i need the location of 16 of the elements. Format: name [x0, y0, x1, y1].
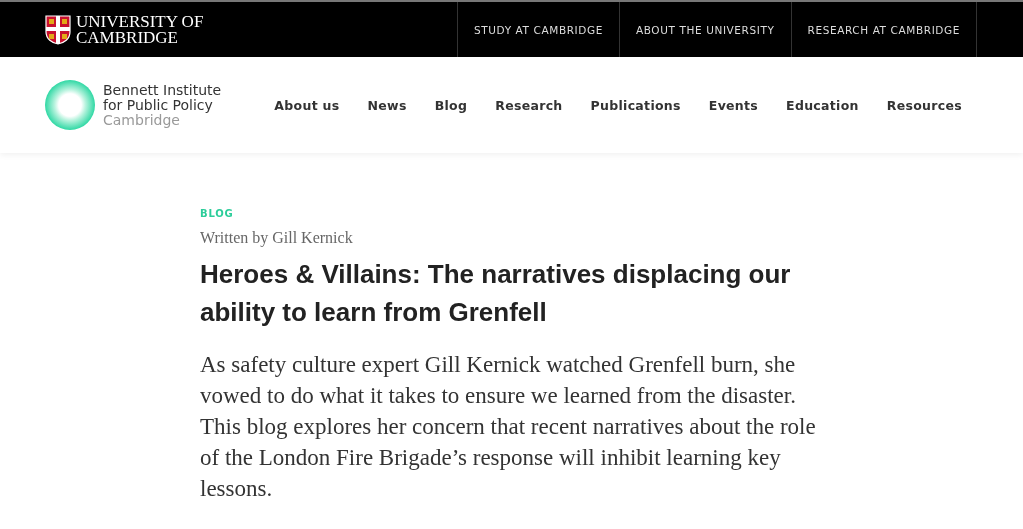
- article-intro: As safety culture expert Gill Kernick watched Grenfell burn, she vowed to do what it takes to ensure we learned from the disaster. This blog explores her concern that recent narratives about the role of the London Fire Brigade’s response will inhibit learning key lessons.: [200, 351, 817, 503]
- nav-link[interactable]: About us: [274, 97, 340, 113]
- category-label: BLOG: [200, 208, 235, 219]
- article-title: Heroes & Villains: The narratives displacing our ability to learn from Grenfell: [200, 258, 792, 329]
- nav-link[interactable]: Publications: [590, 97, 681, 113]
- nav-link[interactable]: Resources: [886, 97, 962, 113]
- university-logo-text[interactable]: UNIVERSITY OF CAMBRIDGE: [76, 13, 204, 46]
- nav-link[interactable]: News: [367, 97, 407, 113]
- nav-link[interactable]: Research: [495, 97, 563, 113]
- ring-logo-icon: [45, 80, 95, 130]
- nav-link[interactable]: Education: [786, 97, 859, 113]
- nav-link[interactable]: Blog: [434, 97, 468, 113]
- byline: Written by Gill Kernick: [200, 229, 354, 247]
- nav-link[interactable]: Events: [708, 97, 759, 113]
- institute-logo-text[interactable]: Bennett Institute for Public Policy Cambridge: [103, 82, 222, 128]
- shield-icon: [45, 14, 71, 45]
